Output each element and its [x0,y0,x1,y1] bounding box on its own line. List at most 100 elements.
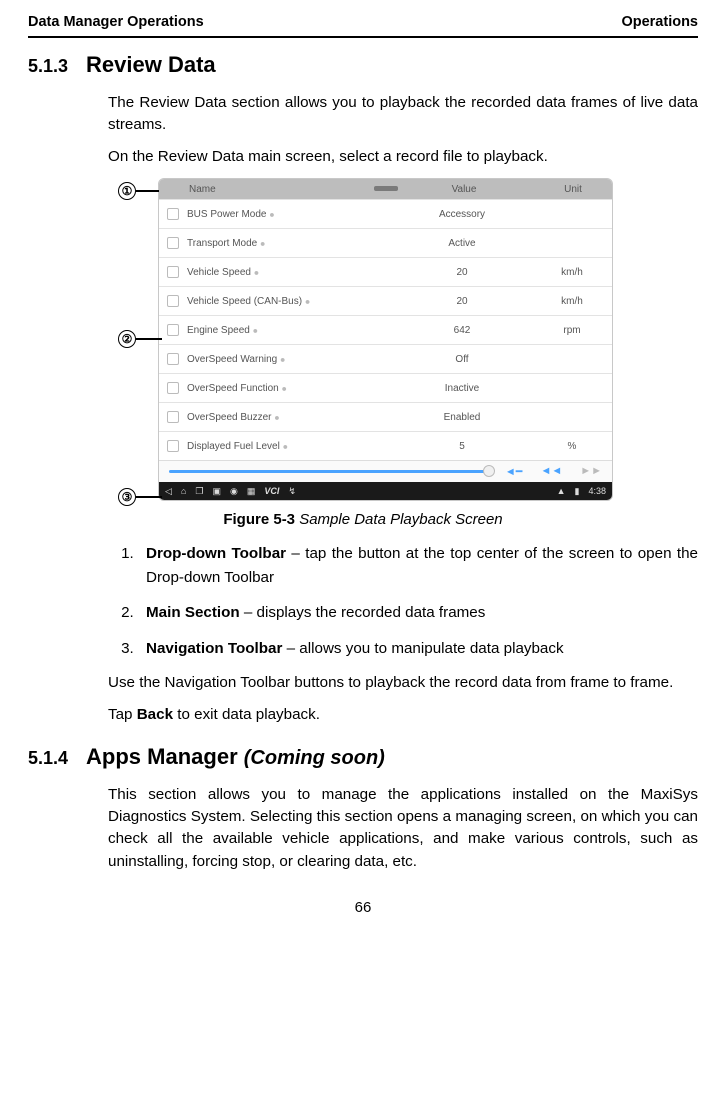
row-name: Displayed Fuel Level ● [187,441,392,452]
info-dot-icon[interactable]: ● [283,441,288,451]
section-5-1-3-heading: 5.1.3 Review Data [28,52,698,78]
row-value: 642 [392,325,532,336]
paragraph: Tap Back to exit data playback. [108,704,698,726]
vci-icon[interactable]: VCI [264,486,279,496]
row-name: Transport Mode ● [187,238,392,249]
checkbox[interactable] [167,266,179,278]
col-header-name: Name [159,184,394,195]
back-icon[interactable]: ◁ [165,486,172,497]
list-item-bold: Navigation Toolbar [146,640,282,657]
checkbox[interactable] [167,208,179,220]
row-unit: % [532,441,612,452]
info-dot-icon[interactable]: ● [253,325,258,335]
previous-frame-icon[interactable]: ◄◄ [540,465,562,478]
row-value: Off [392,354,532,365]
section-5-1-4-heading: 5.1.4 Apps Manager (Coming soon) [28,744,698,770]
info-dot-icon[interactable]: ● [305,296,310,306]
header-left: Data Manager Operations [28,14,204,30]
header-right: Operations [621,14,698,30]
callout-line [136,496,162,498]
table-row[interactable]: Displayed Fuel Level ●5% [159,431,612,460]
row-name: OverSpeed Buzzer ● [187,412,392,423]
info-dot-icon[interactable]: ● [269,209,274,219]
row-unit: km/h [532,267,612,278]
paragraph: This section allows you to manage the ap… [108,784,698,872]
row-name: OverSpeed Warning ● [187,354,392,365]
info-dot-icon[interactable]: ● [254,267,259,277]
system-bar: ◁ ⌂ ❐ ▣ ◉ ▦ VCI ↯ ▲ ▮ 4:38 [159,482,612,500]
home-icon[interactable]: ⌂ [181,486,186,496]
checkbox[interactable] [167,324,179,336]
row-value: Enabled [392,412,532,423]
checkbox[interactable] [167,295,179,307]
section-number: 5.1.4 [28,748,68,769]
row-name: Vehicle Speed (CAN-Bus) ● [187,296,392,307]
checkbox[interactable] [167,237,179,249]
figure-5-3: ① ② ③ Name Value Unit BUS Power Mode ●Ac… [113,178,613,501]
text: to exit data playback. [173,706,320,723]
info-dot-icon[interactable]: ● [274,412,279,422]
playback-slider[interactable] [169,470,491,473]
info-dot-icon[interactable]: ● [282,383,287,393]
row-name: BUS Power Mode ● [187,209,392,220]
table-row[interactable]: OverSpeed Function ●Inactive [159,373,612,402]
list-item: Main Section – displays the recorded dat… [138,601,698,625]
row-value: Inactive [392,383,532,394]
next-frame-icon[interactable]: ►► [580,465,602,478]
paragraph: Use the Navigation Toolbar buttons to pl… [108,672,698,694]
row-value: Active [392,238,532,249]
list-item: Navigation Toolbar – allows you to manip… [138,637,698,661]
drag-handle-icon[interactable] [374,186,398,191]
row-name: OverSpeed Function ● [187,383,392,394]
table-row[interactable]: OverSpeed Buzzer ●Enabled [159,402,612,431]
page-header: Data Manager Operations Operations [28,14,698,38]
row-unit: rpm [532,325,612,336]
section-title: Apps Manager [86,744,244,769]
col-header-unit: Unit [534,184,612,195]
screenshot-icon[interactable]: ▣ [212,486,221,497]
battery-icon: ▮ [575,486,580,497]
callout-number: ② [118,330,136,348]
paragraph: On the Review Data main screen, select a… [108,146,698,168]
callout-3: ③ [118,488,162,506]
table-row[interactable]: Engine Speed ●642rpm [159,315,612,344]
page-number: 66 [28,899,698,916]
camera-icon[interactable]: ◉ [230,486,238,497]
table-row[interactable]: BUS Power Mode ●Accessory [159,199,612,228]
back-icon[interactable]: ◄━ [505,465,523,478]
table-row[interactable]: Vehicle Speed (CAN-Bus) ●20km/h [159,286,612,315]
list-item-text: – displays the recorded data frames [240,604,486,621]
row-value: 20 [392,296,532,307]
callout-number: ① [118,182,136,200]
table-row[interactable]: Transport Mode ●Active [159,228,612,257]
checkbox[interactable] [167,353,179,365]
numbered-list: Drop-down Toolbar – tap the button at th… [108,542,698,660]
figure-caption: Figure 5-3 Sample Data Playback Screen [28,511,698,528]
list-item: Drop-down Toolbar – tap the button at th… [138,542,698,589]
callout-2: ② [118,330,162,348]
section-title: Review Data [86,52,216,78]
navigation-toolbar[interactable]: ◄━ ◄◄ ►► [159,460,612,482]
row-name: Vehicle Speed ● [187,267,392,278]
figure-text: Sample Data Playback Screen [295,511,503,528]
table-row[interactable]: Vehicle Speed ●20km/h [159,257,612,286]
section-suffix: (Coming soon) [244,747,385,769]
checkbox[interactable] [167,411,179,423]
wifi-icon: ▲ [557,486,566,496]
info-dot-icon[interactable]: ● [280,354,285,364]
info-dot-icon[interactable]: ● [260,238,265,248]
text: Tap [108,706,137,723]
callout-line [136,338,162,340]
dropdown-toolbar[interactable]: Name Value Unit [159,179,612,199]
list-item-bold: Main Section [146,604,240,621]
section-number: 5.1.3 [28,56,68,77]
table-row[interactable]: OverSpeed Warning ●Off [159,344,612,373]
recent-apps-icon[interactable]: ❐ [195,486,203,497]
slider-thumb[interactable] [483,465,495,477]
checkbox[interactable] [167,440,179,452]
row-value: Accessory [392,209,532,220]
callout-number: ③ [118,488,136,506]
checkbox[interactable] [167,382,179,394]
link-icon[interactable]: ↯ [288,486,296,497]
apps-icon[interactable]: ▦ [247,486,256,497]
